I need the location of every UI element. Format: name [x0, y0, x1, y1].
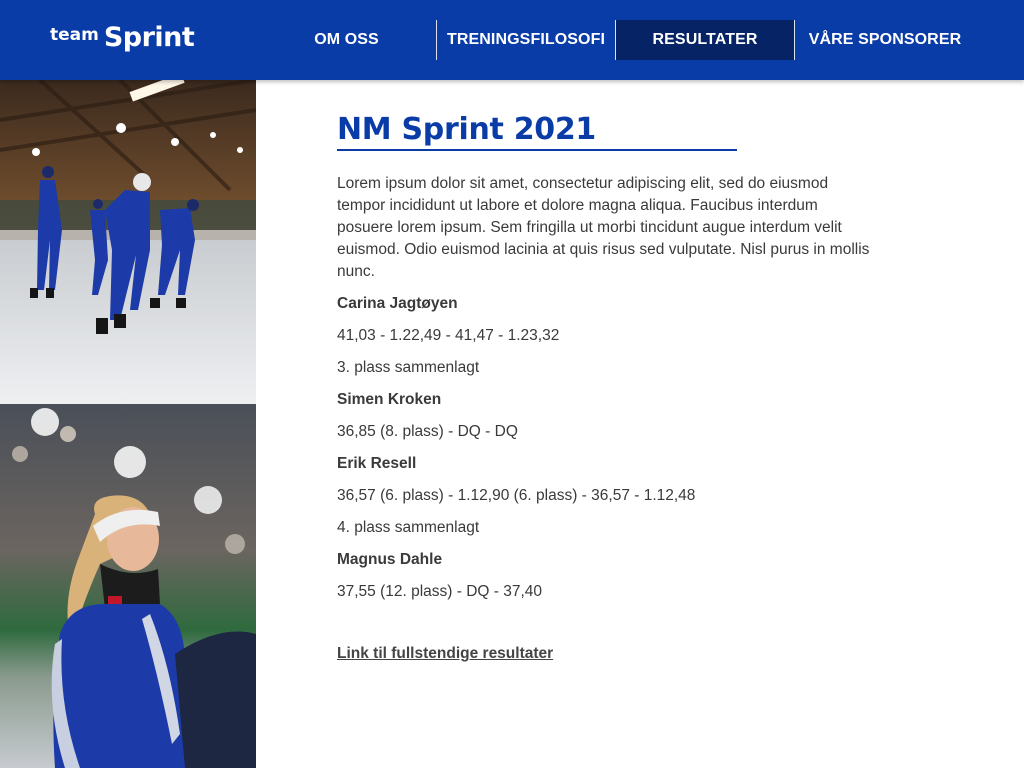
nav-item-vare-sponsorer[interactable]: VÅRE SPONSORER: [795, 20, 975, 60]
logo-small-text: team: [50, 25, 99, 45]
athlete-name: Erik Resell: [337, 455, 417, 472]
site-header: team Sprint OM OSS TRENINGSFILOSOFI RESU…: [0, 0, 1024, 80]
speed-skaters-photo: [0, 80, 256, 404]
main-nav: OM OSS TRENINGSFILOSOFI RESULTATER VÅRE …: [257, 20, 975, 60]
intro-paragraph: Lorem ipsum dolor sit amet, consectetur …: [337, 175, 870, 280]
full-results-link[interactable]: Link til fullstendige resultater: [337, 645, 553, 663]
result-line: 3. plass sammenlagt: [337, 359, 480, 376]
main-content: NM Sprint 2021 Lorem ipsum dolor sit ame…: [337, 112, 877, 663]
result-line: 36,57 (6. plass) - 1.12,90 (6. plass) - …: [337, 487, 696, 504]
page-title: NM Sprint 2021: [337, 112, 737, 151]
nav-item-treningsfilosofi[interactable]: TRENINGSFILOSOFI: [437, 20, 615, 60]
results-list: Carina Jagtøyen 41,03 - 1.22,49 - 41,47 …: [337, 293, 877, 603]
nav-item-resultater[interactable]: RESULTATER: [616, 20, 794, 60]
result-line: 4. plass sammenlagt: [337, 519, 480, 536]
team-sprint-logo[interactable]: team Sprint: [50, 22, 195, 56]
photo-column: [0, 80, 256, 768]
result-line: 36,85 (8. plass) - DQ - DQ: [337, 423, 518, 440]
nav-item-om-oss[interactable]: OM OSS: [257, 20, 436, 60]
result-line: 37,55 (12. plass) - DQ - 37,40: [337, 583, 543, 600]
result-line: 41,03 - 1.22,49 - 41,47 - 1.23,32: [337, 327, 560, 344]
athlete-name: Magnus Dahle: [337, 551, 443, 568]
skater-portrait-photo: [0, 404, 256, 768]
athlete-name: Simen Kroken: [337, 391, 442, 408]
athlete-name: Carina Jagtøyen: [337, 295, 458, 312]
logo-big-text: Sprint: [103, 22, 195, 53]
